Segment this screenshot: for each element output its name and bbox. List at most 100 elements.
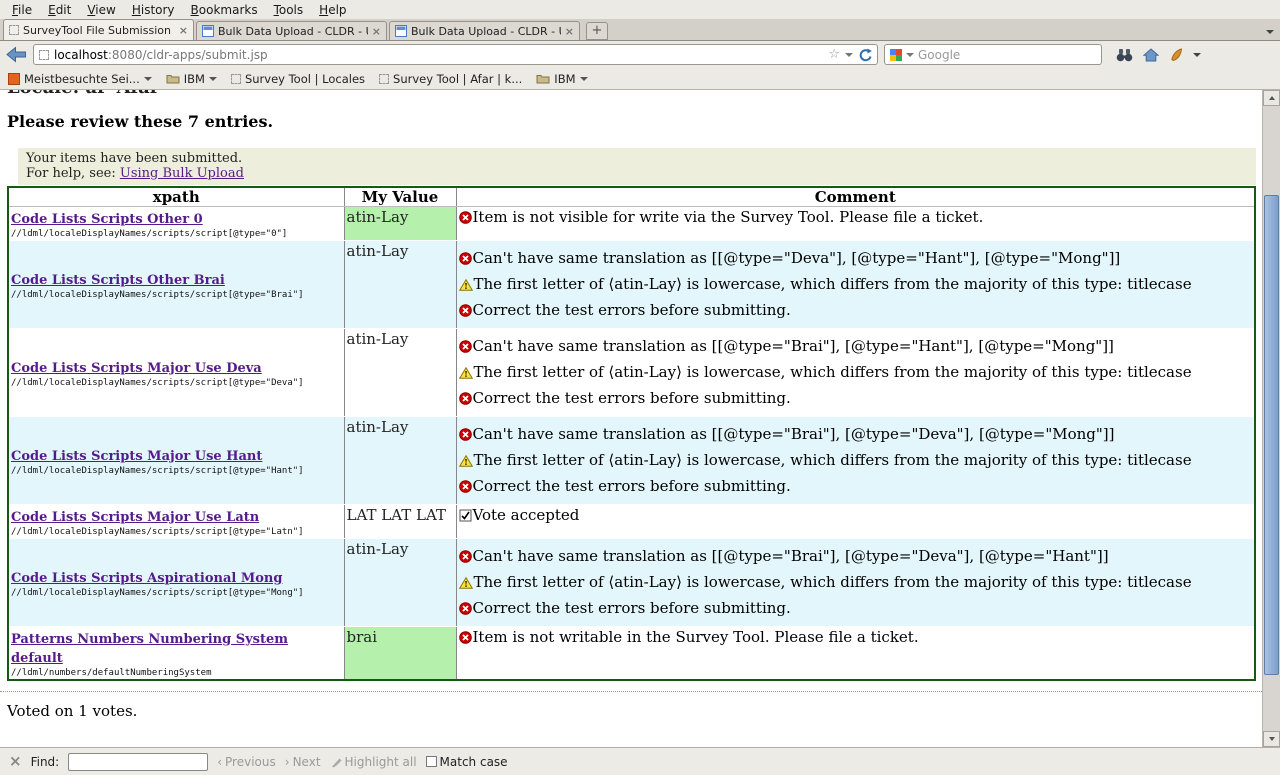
menu-file[interactable]: File — [4, 2, 40, 18]
scroll-down-icon[interactable] — [1263, 731, 1280, 747]
scrollbar-thumb[interactable] — [1264, 195, 1279, 675]
xpath-link[interactable]: Code Lists Scripts Other Brai — [11, 273, 225, 288]
bookmark-star-icon[interactable]: ☆ — [828, 48, 840, 61]
xpath-cell: Code Lists Scripts Other 0//ldml/localeD… — [8, 207, 344, 241]
xpath-link[interactable]: Code Lists Scripts Aspirational Mong — [11, 571, 282, 586]
error-icon — [459, 428, 472, 441]
menu-edit[interactable]: Edit — [40, 2, 79, 18]
bookmark-item[interactable]: Survey Tool | Locales — [231, 72, 365, 86]
xpath-path: //ldml/localeDisplayNames/scripts/script… — [11, 588, 342, 598]
home-icon[interactable] — [1143, 48, 1159, 62]
comment-cell: Item is not visible for write via the Su… — [456, 207, 1255, 241]
comment-line: Can't have same translation as [[@type="… — [459, 338, 1255, 355]
submission-notice: Your items have been submitted. For help… — [18, 148, 1256, 185]
search-placeholder: Google — [918, 48, 960, 62]
menu-view[interactable]: View — [79, 2, 123, 18]
tab[interactable]: Bulk Data Upload - CLDR - Un...× — [389, 21, 580, 40]
find-binoculars-icon[interactable] — [1116, 48, 1133, 62]
folder-icon — [166, 73, 180, 84]
comment-line: Correct the test errors before submittin… — [459, 600, 1255, 617]
match-case-checkbox[interactable] — [426, 756, 437, 767]
findbar-close-icon[interactable]: × — [9, 754, 22, 769]
xpath-path: //ldml/localeDisplayNames/scripts/script… — [11, 466, 342, 476]
xpath-path: //ldml/localeDisplayNames/scripts/script… — [11, 290, 342, 300]
comment-text: Can't have same translation as [[@type="… — [473, 426, 1115, 443]
menu-history[interactable]: History — [124, 2, 183, 18]
comment-line: Item is not visible for write via the Su… — [459, 209, 1255, 226]
table-row: Code Lists Scripts Major Use Latn//ldml/… — [8, 505, 1255, 539]
xpath-path: //ldml/numbers/defaultNumberingSystem — [11, 668, 342, 678]
xpath-link[interactable]: Patterns Numbers Numbering System defaul… — [11, 632, 288, 666]
favicon-placeholder-icon — [231, 74, 241, 84]
xpath-link[interactable]: Code Lists Scripts Major Use Deva — [11, 361, 262, 376]
browser-chrome: FileEditViewHistoryBookmarksToolsHelp Su… — [0, 0, 1280, 90]
bookmark-item[interactable]: IBM — [536, 72, 587, 86]
tab-close-icon[interactable]: × — [565, 26, 574, 37]
table-row: Patterns Numbers Numbering System defaul… — [8, 627, 1255, 681]
comment-text: Correct the test errors before submittin… — [473, 600, 791, 617]
match-case-toggle[interactable]: Match case — [426, 755, 508, 769]
bookmark-item[interactable]: IBM — [166, 72, 217, 86]
page-favicon-icon — [202, 25, 214, 37]
search-box[interactable]: Google — [884, 44, 1102, 65]
value-cell: atin-Lay — [344, 241, 456, 329]
bookmark-dropdown-icon — [209, 77, 217, 81]
xpath-cell: Code Lists Scripts Aspirational Mong //ld… — [8, 539, 344, 627]
review-table: xpathMy ValueComment Code Lists Scripts … — [7, 186, 1256, 681]
comment-text: Vote accepted — [473, 507, 580, 524]
comment-text: Can't have same translation as [[@type="… — [473, 548, 1109, 565]
star-dropdown-icon[interactable] — [845, 53, 853, 57]
comment-text: The first letter of ⟨atin-Lay⟩ is lowerc… — [474, 574, 1192, 591]
table-row: Code Lists Scripts Other Brai //ldml/loca… — [8, 241, 1255, 329]
tab-title: SurveyTool File Submission | ... — [23, 24, 175, 37]
comment-line: Can't have same translation as [[@type="… — [459, 250, 1255, 267]
search-engine-dropdown-icon[interactable] — [906, 53, 914, 57]
url-text: localhost:8080/cldr-apps/submit.jsp — [54, 48, 268, 62]
address-bar[interactable]: localhost:8080/cldr-apps/submit.jsp ☆ — [33, 44, 878, 65]
quill-icon[interactable] — [1169, 48, 1183, 62]
error-icon — [459, 631, 472, 644]
error-icon — [459, 211, 472, 224]
notice-line1: Your items have been submitted. — [26, 151, 1248, 166]
scroll-up-icon[interactable] — [1263, 90, 1280, 106]
toolbar-overflow-icon[interactable] — [1193, 53, 1201, 57]
comment-cell: Vote accepted — [456, 505, 1255, 539]
value-cell: atin-Lay — [344, 539, 456, 627]
back-button[interactable] — [6, 45, 27, 64]
xpath-link[interactable]: Code Lists Scripts Major Use Hant — [11, 449, 262, 464]
xpath-link[interactable]: Code Lists Scripts Major Use Latn — [11, 510, 259, 525]
menu-tools[interactable]: Tools — [266, 2, 312, 18]
menu-bookmarks[interactable]: Bookmarks — [183, 2, 266, 18]
comment-text: Correct the test errors before submittin… — [473, 478, 791, 495]
error-icon — [459, 340, 472, 353]
vertical-scrollbar[interactable] — [1262, 90, 1280, 747]
bookmark-label: Survey Tool | Locales — [245, 72, 365, 86]
tab-close-icon[interactable]: × — [372, 26, 381, 37]
new-tab-button[interactable]: + — [586, 22, 608, 40]
find-previous-button[interactable]: ‹Previous — [217, 755, 276, 769]
tab[interactable]: Bulk Data Upload - CLDR - Un... × — [196, 21, 387, 40]
xpath-link[interactable]: Code Lists Scripts Other 0 — [11, 212, 203, 227]
highlight-all-button[interactable]: Highlight all — [330, 755, 417, 769]
svg-text:!: ! — [464, 369, 468, 379]
bookmark-label: Meistbesuchte Sei... — [24, 72, 140, 86]
warning-icon: ! — [459, 455, 473, 467]
table-row: Code Lists Scripts Aspirational Mong //ld… — [8, 539, 1255, 627]
error-icon — [459, 392, 472, 405]
find-next-button[interactable]: ›Next — [285, 755, 321, 769]
bulk-upload-help-link[interactable]: Using Bulk Upload — [120, 166, 244, 181]
find-input[interactable] — [68, 753, 208, 771]
tab[interactable]: SurveyTool File Submission | ... × — [3, 19, 194, 40]
comment-line: !The first letter of ⟨atin-Lay⟩ is lower… — [459, 364, 1255, 381]
menu-help[interactable]: Help — [311, 2, 354, 18]
tab-title: Bulk Data Upload - CLDR - Un... — [218, 25, 368, 38]
bookmark-dropdown-icon — [144, 77, 152, 81]
list-all-tabs-icon[interactable] — [1266, 30, 1274, 34]
bookmark-item[interactable]: Meistbesuchte Sei... — [8, 72, 152, 86]
reload-icon[interactable] — [858, 48, 872, 62]
folder-icon — [536, 73, 550, 84]
tab-close-icon[interactable]: × — [179, 25, 188, 36]
clipped-page-heading: Locale: af 'Afar' — [7, 90, 1262, 97]
value-cell: atin-Lay — [344, 329, 456, 417]
bookmark-item[interactable]: Survey Tool | Afar | k... — [379, 72, 522, 86]
